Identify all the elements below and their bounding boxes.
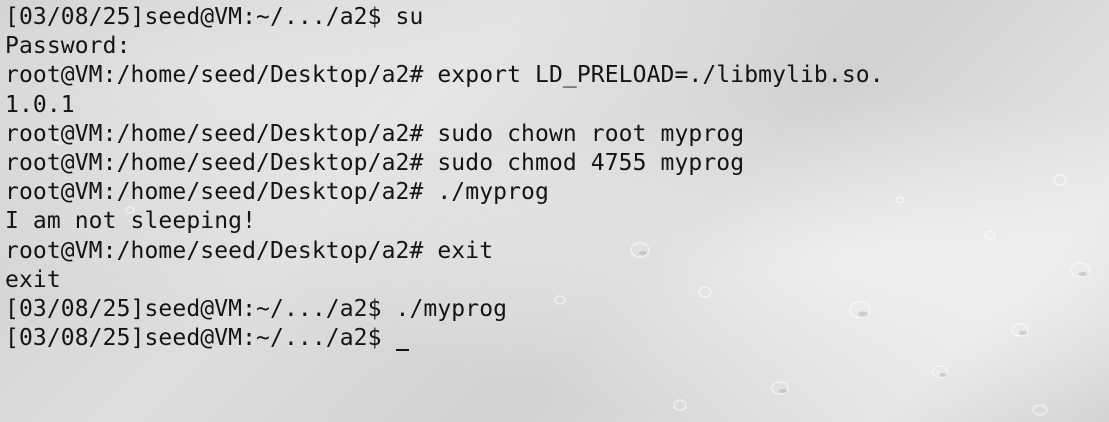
terminal-window[interactable]: [03/08/25]seed@VM:~/.../a2$ su Password:… xyxy=(0,0,1109,422)
terminal-line: root@VM:/home/seed/Desktop/a2# ./myprog xyxy=(5,179,549,206)
terminal-line: exit xyxy=(5,266,61,293)
terminal-line: [03/08/25]seed@VM:~/.../a2$ su xyxy=(5,4,424,30)
terminal-line: root@VM:/home/seed/Desktop/a2# exit xyxy=(5,237,494,264)
terminal-line: 1.0.1 xyxy=(5,91,75,118)
terminal-line: root@VM:/home/seed/Desktop/a2# sudo chow… xyxy=(5,120,745,147)
terminal-prompt-line[interactable]: [03/08/25]seed@VM:~/.../a2$ xyxy=(5,324,1109,353)
terminal-line: I am not sleeping! xyxy=(5,208,257,235)
terminal-line: Password: xyxy=(5,33,131,60)
terminal-line: [03/08/25]seed@VM:~/.../a2$ ./myprog xyxy=(5,295,508,322)
prompt-text: [03/08/25]seed@VM:~/.../a2$ xyxy=(5,325,396,352)
terminal-output: [03/08/25]seed@VM:~/.../a2$ su Password:… xyxy=(5,3,1109,353)
terminal-line: root@VM:/home/seed/Desktop/a2# export LD… xyxy=(5,62,884,89)
terminal-line: root@VM:/home/seed/Desktop/a2# sudo chmo… xyxy=(5,149,745,176)
text-cursor xyxy=(395,327,410,352)
